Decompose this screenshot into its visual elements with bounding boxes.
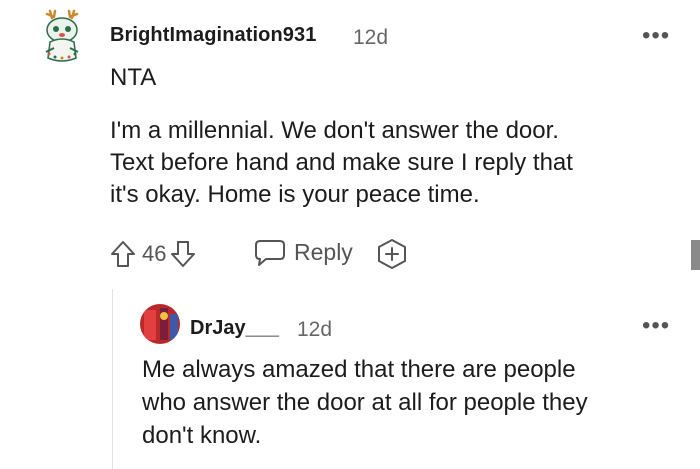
speech-bubble-icon bbox=[255, 240, 285, 266]
upvote-arrow-icon[interactable] bbox=[110, 239, 136, 269]
reply-label: Reply bbox=[294, 238, 353, 265]
reply-body-line-3: don't know. bbox=[142, 422, 262, 449]
comment-username[interactable]: BrightImagination931 bbox=[110, 24, 316, 47]
comment-body-line-1: I'm a millennial. We don't answer the do… bbox=[110, 117, 559, 144]
comment-verdict: NTA bbox=[110, 64, 157, 91]
comment-timestamp: 12d bbox=[353, 26, 389, 49]
award-plus-icon[interactable] bbox=[376, 238, 408, 270]
comment-body-line-3: it's okay. Home is your peace time. bbox=[110, 181, 480, 208]
comment-body-line-2: Text before hand and make sure I reply t… bbox=[110, 149, 573, 176]
reply-button[interactable]: Reply bbox=[254, 237, 353, 267]
thread-line[interactable] bbox=[112, 289, 113, 469]
reply-more-options-icon[interactable]: ••• bbox=[642, 312, 670, 340]
commenter-avatar[interactable] bbox=[40, 8, 86, 64]
vote-score: 46 bbox=[142, 241, 167, 266]
reply-avatar[interactable] bbox=[140, 304, 180, 344]
more-options-icon[interactable]: ••• bbox=[642, 22, 670, 50]
downvote-arrow-icon[interactable] bbox=[170, 239, 196, 269]
reply-body-line-1: Me always amazed that there are people bbox=[142, 356, 576, 383]
scrollbar-thumb[interactable] bbox=[691, 240, 700, 270]
reply-timestamp: 12d bbox=[297, 318, 333, 341]
reply-username[interactable]: DrJay___ bbox=[190, 317, 279, 340]
vote-controls: 46 bbox=[110, 236, 196, 272]
reply-body-line-2: who answer the door at all for people th… bbox=[142, 389, 588, 416]
